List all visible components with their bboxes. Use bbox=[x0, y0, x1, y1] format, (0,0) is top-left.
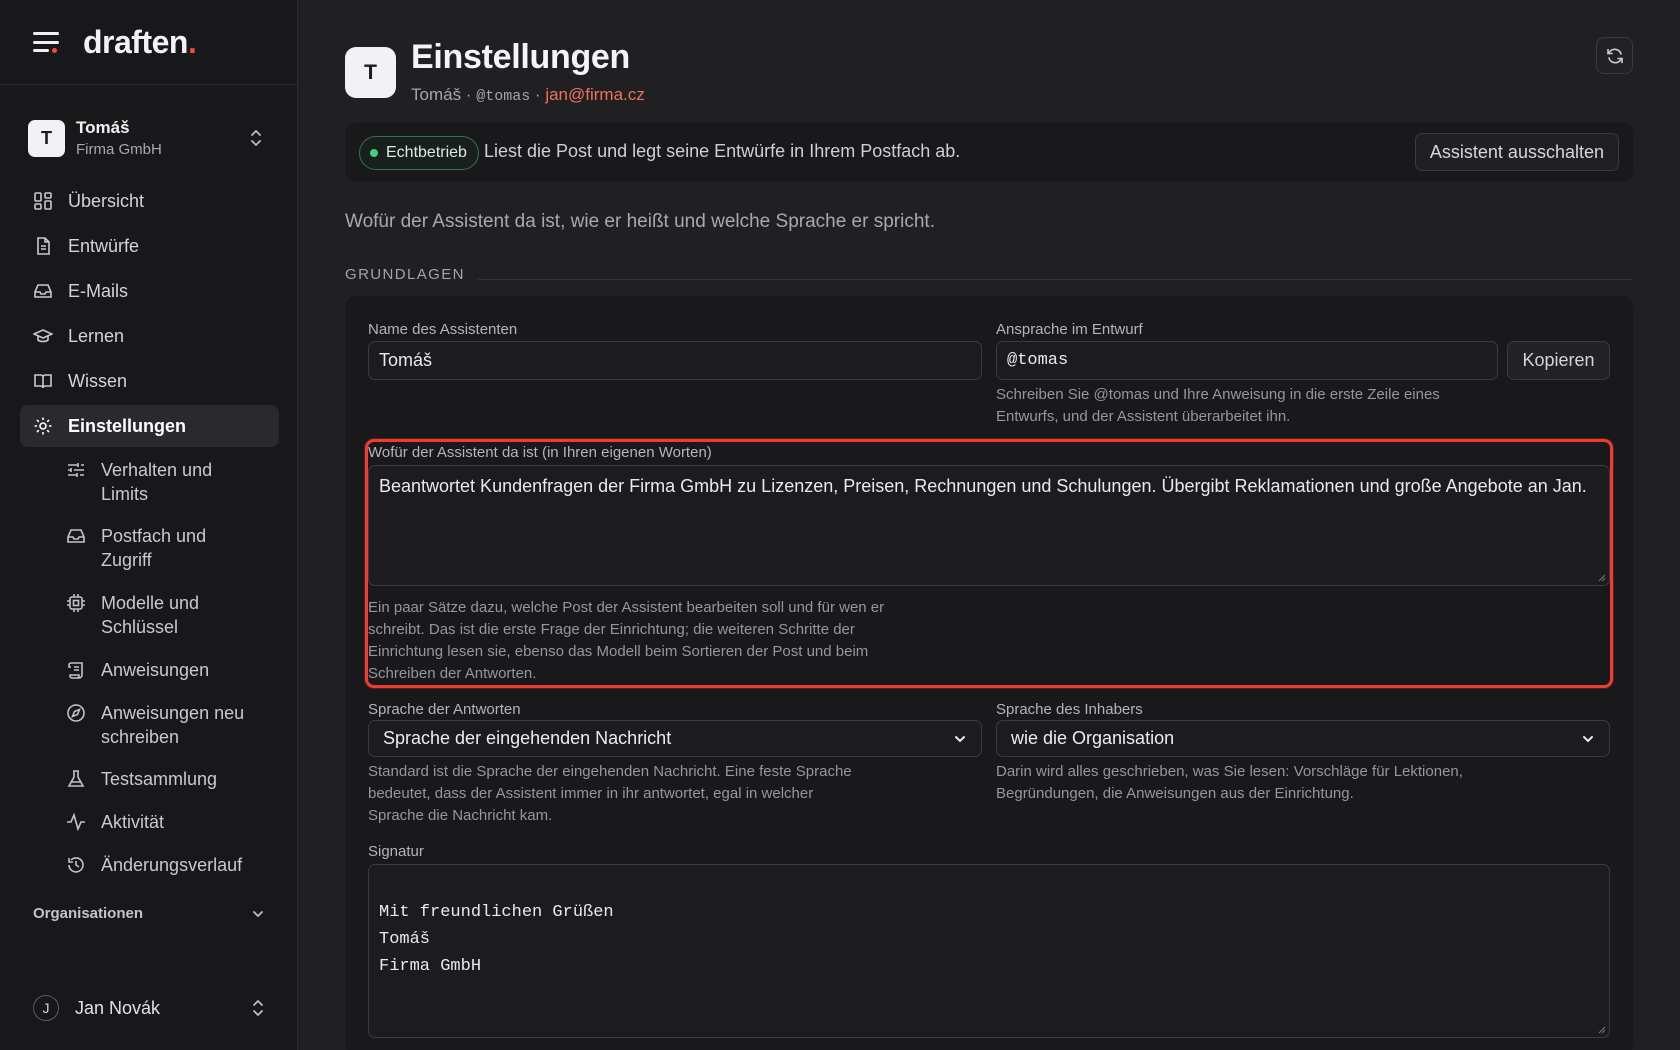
page-subtitle: Tomáš · @tomas · jan@firma.cz bbox=[411, 85, 645, 105]
nav-item-einstellungen[interactable]: Einstellungen bbox=[20, 405, 279, 447]
nav-label: Entwürfe bbox=[68, 235, 140, 256]
name-label: Name des Assistenten bbox=[368, 321, 518, 338]
assistant-name: Tomáš bbox=[411, 85, 462, 104]
intro-text: Wofür der Assistent da ist, wie er heißt… bbox=[345, 211, 935, 232]
sliders-icon bbox=[68, 463, 84, 477]
compass-icon bbox=[67, 704, 85, 722]
status-bar: Echtbetrieb Liest die Post und legt sein… bbox=[345, 123, 1633, 181]
subnav-anweisungen[interactable]: Anweisungen bbox=[66, 658, 209, 682]
subnav-label: Anweisungen bbox=[101, 660, 210, 680]
status-badge: Echtbetrieb bbox=[359, 136, 479, 170]
activity-icon bbox=[67, 812, 85, 832]
subnav-aenderungsverlauf[interactable]: Änderungsverlauf bbox=[66, 853, 242, 877]
chevron-down-icon bbox=[253, 910, 263, 917]
section-divider bbox=[478, 279, 1633, 280]
file-icon bbox=[37, 237, 50, 255]
subnav-label: Aktivität bbox=[101, 812, 165, 832]
main-nav: Übersicht Entwürfe E-Mails Lernen Wissen… bbox=[20, 180, 279, 450]
nav-label: Übersicht bbox=[68, 190, 145, 211]
nav-label: E-Mails bbox=[68, 280, 129, 301]
subnav-label: Verhalten und Limits bbox=[101, 460, 213, 504]
chevron-down-icon bbox=[955, 735, 965, 742]
resize-handle-icon[interactable] bbox=[1598, 1026, 1606, 1034]
signature-label: Signatur bbox=[368, 843, 424, 860]
user-avatar: J bbox=[33, 995, 59, 1021]
history-icon bbox=[68, 857, 84, 873]
subnav-label: Testsammlung bbox=[101, 769, 218, 789]
inbox-icon bbox=[34, 284, 52, 298]
assistant-avatar: T bbox=[345, 47, 396, 98]
disable-assistant-button[interactable]: Assistent ausschalten bbox=[1414, 133, 1619, 171]
organisations-label: Organisationen bbox=[33, 905, 144, 922]
assistant-handle: @tomas bbox=[476, 88, 531, 105]
dashboard-icon bbox=[34, 192, 52, 210]
nav-item-entwuerfe[interactable]: Entwürfe bbox=[20, 225, 279, 267]
copy-button[interactable]: Kopieren bbox=[1507, 341, 1610, 380]
brand-logo[interactable]: draften. bbox=[83, 24, 197, 61]
nav-label: Wissen bbox=[68, 370, 128, 391]
subnav-label: Änderungsverlauf bbox=[101, 855, 243, 875]
workspace-name: Tomáš bbox=[76, 118, 130, 137]
reply-language-help: Standard ist die Sprache der eingehenden… bbox=[368, 763, 852, 824]
nav-label: Einstellungen bbox=[68, 415, 187, 436]
menu-icon[interactable] bbox=[33, 32, 59, 53]
subnav-anweisungen-neu[interactable]: Anweisungen neu schreiben bbox=[66, 701, 261, 749]
reply-language-label: Sprache der Antworten bbox=[368, 701, 521, 718]
workspace-org: Firma GmbH bbox=[76, 141, 162, 158]
workspace-avatar: T bbox=[28, 119, 65, 157]
nav-item-emails[interactable]: E-Mails bbox=[20, 270, 279, 312]
refresh-button[interactable] bbox=[1596, 37, 1633, 74]
address-input[interactable]: @tomas bbox=[996, 341, 1498, 380]
name-input[interactable]: Tomáš bbox=[368, 341, 982, 380]
address-label: Ansprache im Entwurf bbox=[996, 321, 1143, 338]
status-dot-icon bbox=[370, 149, 378, 157]
subnav-aktivitaet[interactable]: Aktivität bbox=[66, 810, 164, 834]
status-text: Liest die Post und legt seine Entwürfe i… bbox=[484, 141, 961, 161]
inbox-icon bbox=[67, 529, 85, 543]
purpose-help: Ein paar Sätze dazu, welche Post der Ass… bbox=[368, 599, 885, 682]
book-icon bbox=[34, 374, 52, 389]
signature-textarea[interactable]: Mit freundlichen Grüßen Tomáš Firma GmbH bbox=[368, 864, 1610, 1038]
resize-handle-icon[interactable] bbox=[1598, 574, 1606, 582]
nav-label: Lernen bbox=[68, 325, 125, 346]
chevron-down-icon bbox=[1583, 735, 1593, 742]
scroll-icon bbox=[68, 662, 83, 679]
workspace-switcher[interactable]: T Tomáš Firma GmbH bbox=[28, 113, 273, 163]
chevrons-up-down-icon bbox=[251, 130, 261, 146]
graduation-icon bbox=[33, 329, 53, 343]
chevrons-up-down-icon bbox=[253, 1000, 263, 1016]
sidebar: draften. T Tomáš Firma GmbH Übersicht En… bbox=[0, 0, 298, 1050]
gear-icon bbox=[34, 417, 52, 435]
address-help: Schreiben Sie @tomas und Ihre Anweisung … bbox=[996, 386, 1440, 425]
subnav-testsammlung[interactable]: Testsammlung bbox=[66, 767, 217, 791]
owner-language-select[interactable]: wie die Organisation bbox=[996, 720, 1610, 757]
subnav-postfach[interactable]: Postfach und Zugriff bbox=[66, 524, 251, 572]
subnav-label: Anweisungen neu schreiben bbox=[101, 703, 245, 747]
flask-icon bbox=[67, 770, 85, 787]
subnav-label: Postfach und Zugriff bbox=[101, 526, 207, 570]
subnav-modelle[interactable]: Modelle und Schlüssel bbox=[66, 591, 251, 639]
nav-item-uebersicht[interactable]: Übersicht bbox=[20, 180, 279, 222]
section-heading: GRUNDLAGEN bbox=[345, 266, 465, 283]
user-name: Jan Novák bbox=[75, 997, 161, 1018]
nav-item-lernen[interactable]: Lernen bbox=[20, 315, 279, 357]
nav-item-wissen[interactable]: Wissen bbox=[20, 360, 279, 402]
subnav-verhalten[interactable]: Verhalten und Limits bbox=[66, 458, 251, 506]
cpu-icon bbox=[67, 594, 85, 612]
purpose-label: Wofür der Assistent da ist (in Ihren eig… bbox=[368, 444, 712, 461]
refresh-icon bbox=[1606, 48, 1623, 63]
owner-language-help: Darin wird alles geschrieben, was Sie le… bbox=[996, 763, 1463, 802]
brand-header: draften. bbox=[0, 0, 297, 85]
subnav-label: Modelle und Schlüssel bbox=[101, 593, 200, 637]
organisations-section[interactable]: Organisationen bbox=[33, 905, 265, 922]
page-title: Einstellungen bbox=[411, 38, 631, 76]
owner-email[interactable]: jan@firma.cz bbox=[545, 85, 644, 104]
user-menu[interactable]: J Jan Novák bbox=[33, 993, 265, 1023]
reply-language-select[interactable]: Sprache der eingehenden Nachricht bbox=[368, 720, 982, 757]
purpose-textarea[interactable]: Beantwortet Kundenfragen der Firma GmbH … bbox=[368, 465, 1610, 586]
owner-language-label: Sprache des Inhabers bbox=[996, 701, 1143, 718]
